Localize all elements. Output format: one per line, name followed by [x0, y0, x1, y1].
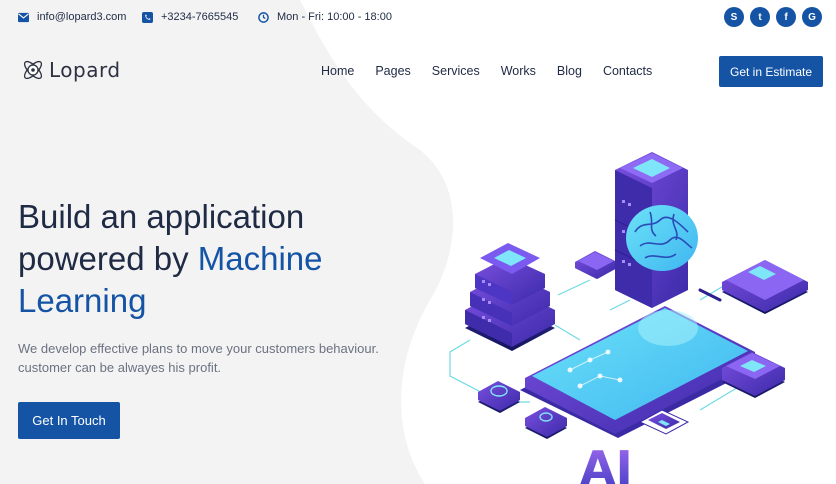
google-icon[interactable]: G: [802, 7, 822, 27]
hero-title-line-2-prefix: powered by: [18, 240, 198, 277]
main-nav: Home Pages Services Works Blog Contacts: [321, 64, 652, 78]
get-estimate-button[interactable]: Get in Estimate: [719, 56, 823, 87]
hero-title-line-1: Build an application: [18, 198, 305, 235]
get-in-touch-button[interactable]: Get In Touch: [18, 402, 120, 439]
server-stack-icon: [465, 243, 555, 351]
logo[interactable]: Lopard: [20, 57, 121, 83]
atom-logo-icon: [23, 60, 43, 80]
facebook-icon[interactable]: f: [776, 7, 796, 27]
nav-home[interactable]: Home: [321, 64, 354, 78]
nav-pages[interactable]: Pages: [375, 64, 410, 78]
envelope-icon: [18, 12, 29, 22]
hero-desc-line-2: customer can be alwayes his profit.: [18, 360, 222, 375]
nav-services[interactable]: Services: [432, 64, 480, 78]
hero-title: Build an application powered by Machine …: [18, 196, 323, 322]
hero-heading-block: Build an application powered by Machine …: [18, 196, 323, 322]
email-text: info@lopard3.com: [37, 11, 127, 23]
ai-badge-text: AI: [580, 441, 633, 484]
phone-text: +3234-7665545: [161, 11, 239, 23]
card-chip-icon: [722, 260, 808, 314]
hero-description: We develop effective plans to move your …: [18, 339, 418, 377]
nav-contacts[interactable]: Contacts: [603, 64, 652, 78]
twitter-icon[interactable]: t: [750, 7, 770, 27]
brain-icon: [626, 205, 698, 271]
hero-desc-line-1: We develop effective plans to move your …: [18, 341, 379, 356]
hours-text: Mon - Fri: 10:00 - 18:00: [277, 11, 392, 23]
top-bar: info@lopard3.com +3234-7665545 Mon - Fri…: [0, 0, 836, 34]
logo-text: Lopard: [49, 58, 121, 82]
site-header: Lopard Home Pages Services Works Blog Co…: [0, 44, 836, 100]
contact-phone[interactable]: +3234-7665545: [142, 10, 238, 24]
hero-title-accent-learning: Learning: [18, 282, 147, 319]
hero-title-accent-machine: Machine: [197, 240, 323, 277]
chip-icon: [575, 251, 617, 279]
nav-works[interactable]: Works: [501, 64, 536, 78]
clock-chip-icon: [478, 381, 520, 413]
ai-badge: AI: [580, 441, 633, 484]
contact-email[interactable]: info@lopard3.com: [18, 10, 126, 24]
clock-icon: [258, 11, 269, 23]
social-links: S t f G: [724, 7, 822, 27]
nav-blog[interactable]: Blog: [557, 64, 582, 78]
business-hours: Mon - Fri: 10:00 - 18:00: [258, 10, 392, 24]
phone-icon: [142, 11, 153, 23]
skype-icon[interactable]: S: [724, 7, 744, 27]
power-chip-icon: [525, 407, 567, 439]
machine-learning-illustration: AI: [449, 152, 808, 484]
